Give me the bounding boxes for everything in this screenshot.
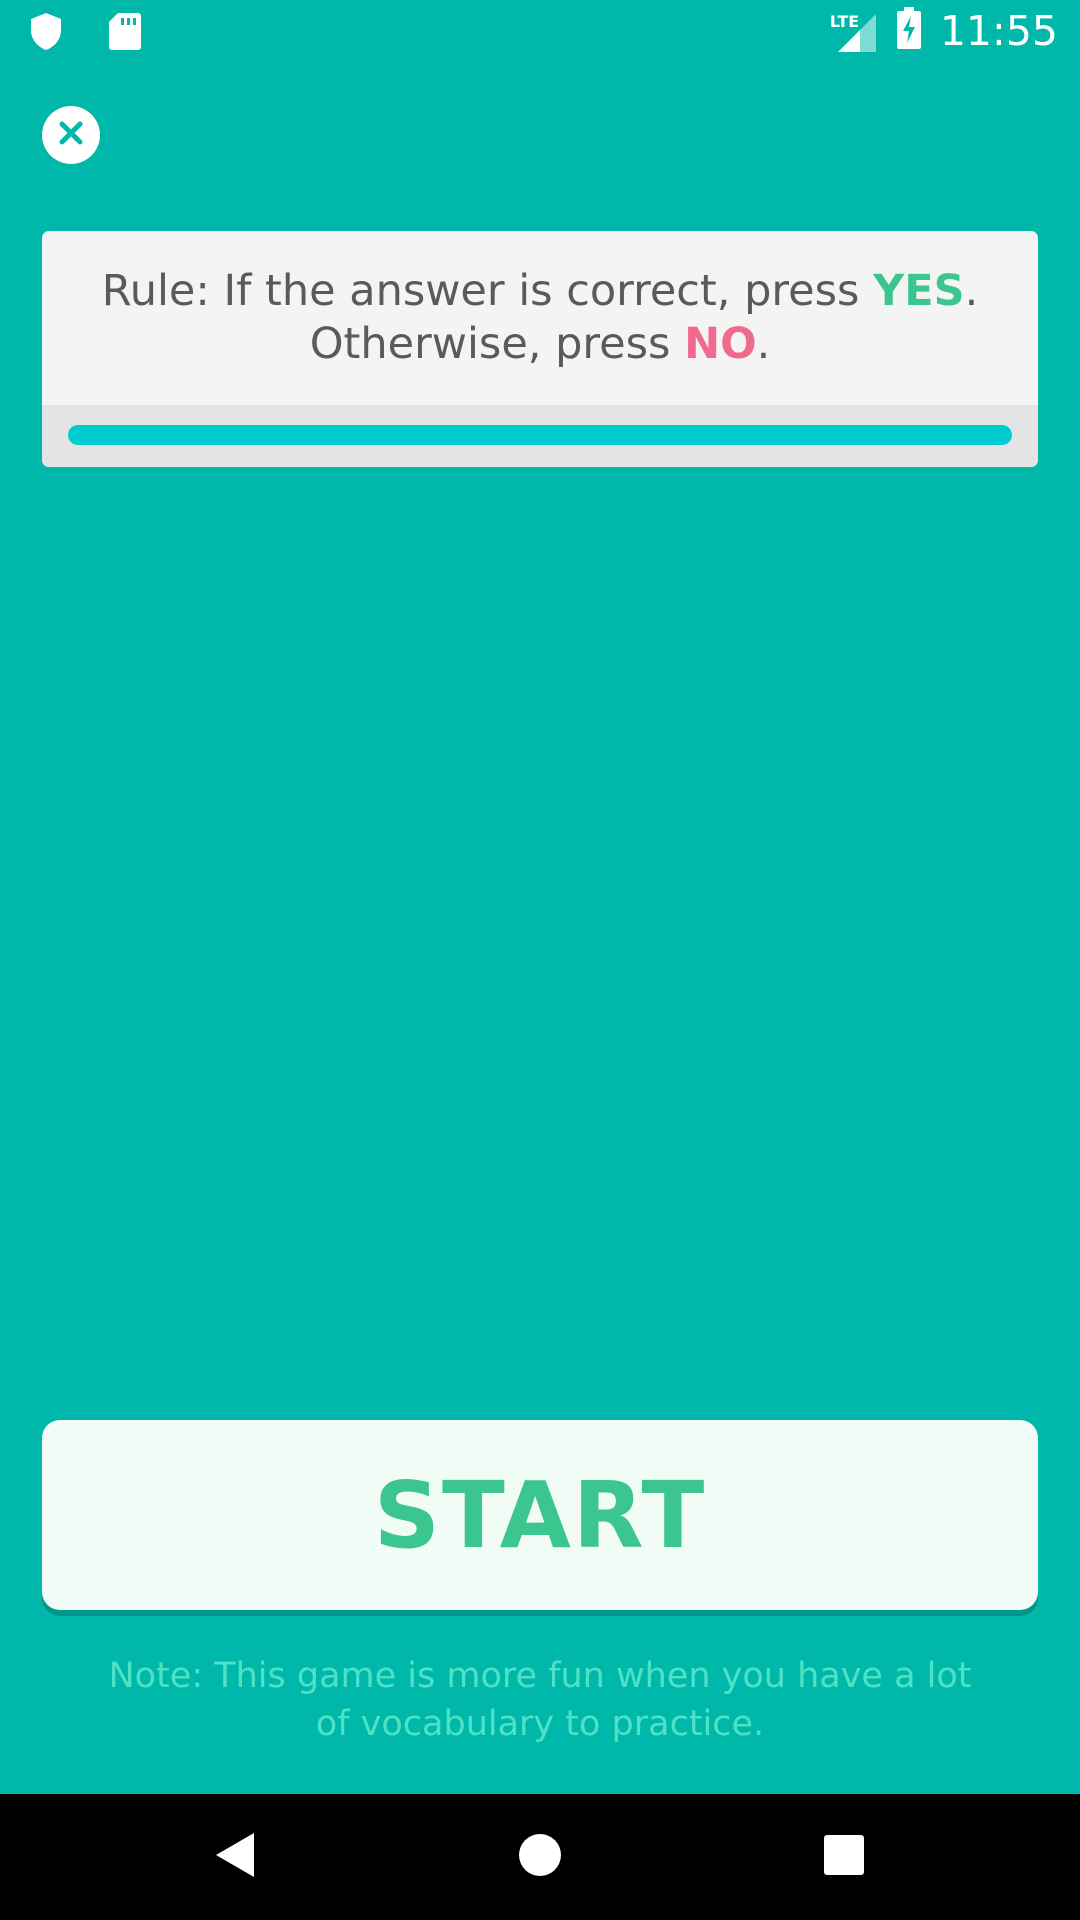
status-time: 11:55 (939, 6, 1058, 55)
back-button[interactable] (176, 1794, 296, 1920)
shield-icon (28, 11, 64, 56)
close-icon (58, 120, 84, 151)
lte-label: LTE (829, 11, 860, 31)
status-bar: LTE 11:55 (0, 0, 1080, 63)
recents-icon (824, 1834, 864, 1880)
back-icon (214, 1831, 258, 1884)
rule-line-2: Otherwise, press NO. (310, 318, 771, 371)
start-button[interactable]: START (42, 1420, 1038, 1610)
rule-line-1: Rule: If the answer is correct, press YE… (102, 265, 979, 318)
start-button-label: START (373, 1461, 707, 1569)
rule-period-1: . (964, 266, 979, 316)
rule-line2-prefix: Otherwise, press (309, 319, 685, 369)
rule-text: Rule: If the answer is correct, press YE… (42, 231, 1038, 405)
home-icon (518, 1833, 562, 1882)
rule-card: Rule: If the answer is correct, press YE… (42, 231, 1038, 467)
home-button[interactable] (480, 1794, 600, 1920)
rule-period-2: . (756, 319, 771, 369)
close-button[interactable] (42, 106, 100, 164)
rule-prefix: Rule: If the answer is correct, press (101, 266, 874, 316)
timer-progress-fill (68, 425, 1012, 445)
timer-progress-track (42, 405, 1038, 467)
battery-charging-icon (896, 6, 922, 55)
note-text: Note: This game is more fun when you hav… (108, 1656, 972, 1744)
lte-signal-icon: LTE (830, 8, 878, 54)
sd-card-icon (108, 11, 142, 56)
navigation-bar (0, 1794, 1080, 1920)
recents-button[interactable] (784, 1794, 904, 1920)
rule-yes: YES (873, 266, 965, 316)
rule-no: NO (684, 319, 757, 369)
